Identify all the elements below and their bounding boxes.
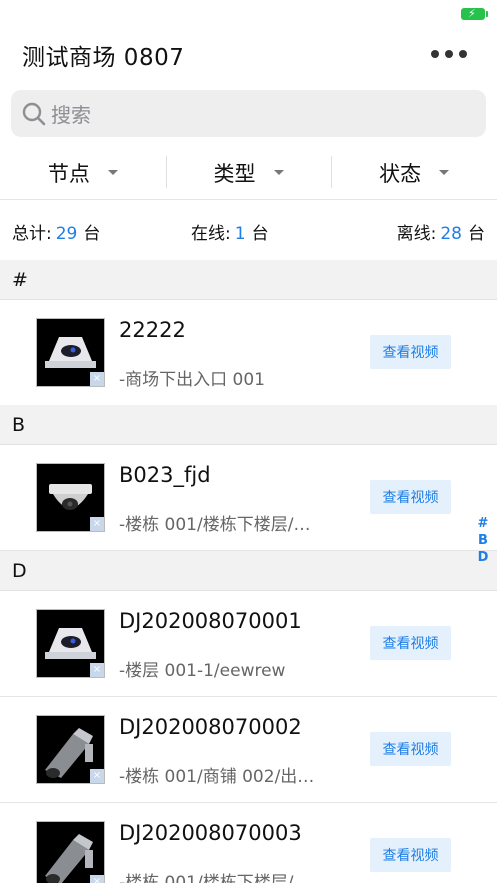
device-path: -楼栋 001/楼栋下楼层/… (119, 515, 311, 535)
view-video-button[interactable]: 查看视频 (370, 732, 451, 766)
stat-value: 1 (234, 224, 246, 244)
alphabet-index: # B D (474, 515, 492, 566)
section-header: B (0, 405, 497, 445)
stat-total: 总计: 29 台 (12, 219, 100, 244)
section-header: # (0, 260, 497, 300)
index-letter-b[interactable]: B (478, 532, 488, 549)
panoramic-camera-icon: × (36, 609, 105, 678)
view-video-button[interactable]: 查看视频 (370, 480, 451, 514)
bullet-camera-icon: × (36, 715, 105, 784)
filter-bar: 节点 类型 状态 (0, 146, 497, 200)
stat-online: 在线: 1 台 (191, 219, 269, 244)
stat-label: 总计: (12, 224, 52, 244)
filter-type-dropdown[interactable]: 类型 (165, 146, 332, 199)
dome-camera-icon: × (36, 463, 105, 532)
device-path: -楼栋 001/商铺 002/出… (119, 767, 315, 787)
index-letter-hash[interactable]: # (478, 515, 489, 532)
device-path: -商场下出入口 001 (119, 370, 265, 390)
device-name: 22222 (119, 318, 186, 342)
section-header: D (0, 551, 497, 591)
page-title: 测试商场 0807 (22, 45, 185, 71)
device-row[interactable]: × 22222 -商场下出入口 001 查看视频 (0, 300, 497, 406)
filter-node-dropdown[interactable]: 节点 (0, 146, 166, 199)
device-row[interactable]: × DJ202008070003 -楼栋 001/楼栋下楼层/… 查看视频 (0, 803, 497, 883)
filter-status-dropdown[interactable]: 状态 (331, 146, 497, 199)
stat-unit: 台 (468, 224, 485, 244)
panoramic-camera-icon: × (36, 318, 105, 387)
view-video-button[interactable]: 查看视频 (370, 838, 451, 872)
search-icon (22, 102, 46, 125)
stat-label: 离线: (396, 224, 437, 244)
filter-label: 节点 (47, 161, 90, 186)
stat-unit: 台 (83, 224, 101, 244)
caret-down-icon (107, 170, 118, 175)
index-letter-d[interactable]: D (478, 549, 489, 566)
battery-charging-icon: ⚡ (461, 7, 488, 20)
stat-label: 在线: (191, 224, 231, 244)
device-name: DJ202008070001 (119, 609, 302, 633)
view-video-button[interactable]: 查看视频 (370, 626, 451, 660)
filter-label: 类型 (213, 161, 256, 186)
device-name: DJ202008070002 (119, 715, 302, 739)
more-dots-icon[interactable] (431, 44, 467, 64)
search-placeholder: 搜索 (51, 103, 91, 127)
device-row[interactable]: × DJ202008070001 -楼层 001-1/eewrew 查看视频 (0, 591, 497, 697)
device-row[interactable]: × DJ202008070002 -楼栋 001/商铺 002/出… 查看视频 (0, 697, 497, 803)
stat-offline: 离线: 28 台 (397, 219, 485, 244)
bullet-camera-icon: × (36, 821, 105, 883)
nav-bar: 测试商场 0807 (0, 30, 497, 80)
device-row[interactable]: × B023_fjd -楼栋 001/楼栋下楼层/… 查看视频 (0, 445, 497, 551)
device-name: B023_fjd (119, 463, 211, 487)
device-name: DJ202008070003 (119, 821, 302, 845)
search-input[interactable]: 搜索 (11, 90, 486, 137)
stat-value: 29 (55, 224, 78, 244)
device-path: -楼栋 001/楼栋下楼层/… (119, 873, 311, 883)
device-path: -楼层 001-1/eewrew (119, 661, 286, 681)
filter-label: 状态 (379, 161, 422, 186)
stat-unit: 台 (251, 224, 269, 244)
stat-value: 28 (440, 224, 462, 244)
caret-down-icon (273, 170, 284, 175)
view-video-button[interactable]: 查看视频 (370, 335, 451, 369)
caret-down-icon (439, 170, 450, 175)
status-bar: ⚡ (0, 0, 497, 30)
stats-bar: 总计: 29 台 在线: 1 台 离线: 28 台 (0, 200, 497, 260)
